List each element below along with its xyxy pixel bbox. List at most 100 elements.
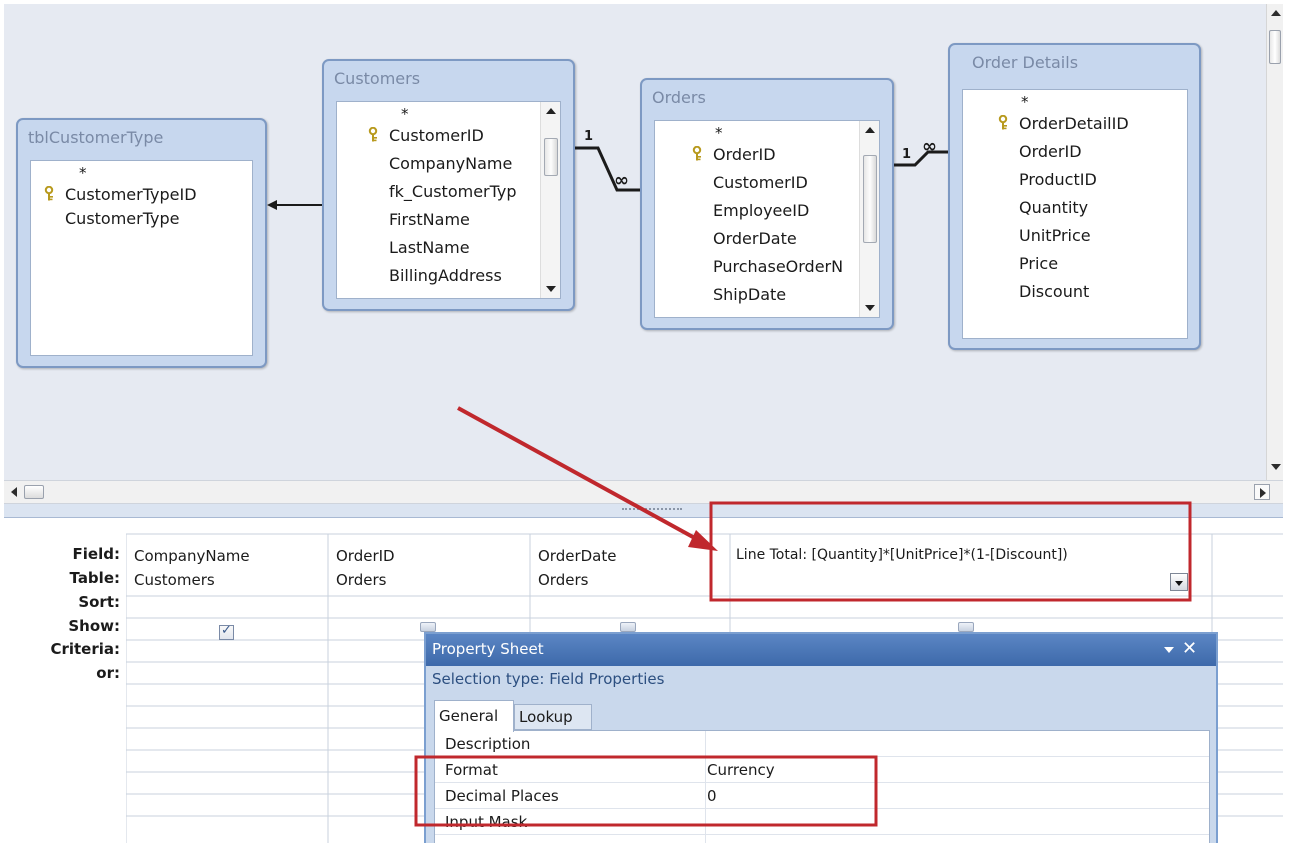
- field-item[interactable]: *: [39, 165, 197, 181]
- table-title: Orders: [652, 88, 706, 107]
- tab-general[interactable]: General: [434, 700, 514, 732]
- table-title: Order Details: [972, 53, 1079, 72]
- field-item[interactable]: *: [663, 125, 843, 141]
- show-checkbox[interactable]: [958, 622, 974, 632]
- field-item[interactable]: EmployeeID: [663, 197, 843, 225]
- field-item[interactable]: ShipDate: [663, 281, 843, 309]
- show-checkbox[interactable]: [219, 623, 234, 640]
- property-row[interactable]: Input Mask: [435, 809, 1209, 835]
- field-item[interactable]: Discount: [971, 278, 1129, 306]
- pane-splitter[interactable]: [4, 504, 1283, 518]
- field-list[interactable]: * CustomerTypeID CustomerType: [30, 160, 253, 356]
- table-title: Customers: [334, 69, 421, 88]
- selection-type: Selection type: Field Properties: [432, 670, 665, 688]
- field-item[interactable]: BillingAddress: [345, 262, 517, 290]
- scroll-up-arrow-icon[interactable]: [546, 108, 556, 114]
- field-list[interactable]: * OrderID CustomerID EmployeeID OrderDat…: [654, 120, 880, 318]
- field-item[interactable]: *: [971, 94, 1129, 110]
- field-item[interactable]: OrderID: [663, 141, 843, 169]
- field-item[interactable]: OrderDate: [663, 225, 843, 253]
- scroll-thumb[interactable]: [24, 485, 44, 499]
- field-item[interactable]: CustomerID: [345, 122, 517, 150]
- field-item[interactable]: FirstName: [345, 206, 517, 234]
- grid-table-cell[interactable]: Orders: [336, 571, 386, 589]
- dropdown-arrow-icon[interactable]: [1164, 647, 1174, 653]
- field-item[interactable]: Price: [971, 250, 1129, 278]
- tab-lookup[interactable]: Lookup: [514, 704, 592, 730]
- field-list-scrollbar[interactable]: [859, 121, 879, 317]
- property-value[interactable]: Currency: [707, 761, 775, 779]
- pane-horizontal-scrollbar[interactable]: [4, 480, 1283, 504]
- table-title: tblCustomerType: [28, 128, 164, 147]
- field-item[interactable]: ProductID: [971, 166, 1129, 194]
- property-label: Input Mask: [445, 813, 528, 831]
- show-checkbox[interactable]: [420, 622, 436, 632]
- grid-field-cell[interactable]: CompanyName: [134, 547, 250, 565]
- field-item[interactable]: Quantity: [971, 194, 1129, 222]
- field-item[interactable]: PurchaseOrderN: [663, 253, 843, 281]
- table-window-orders[interactable]: Orders * OrderID CustomerID EmployeeID O…: [640, 78, 894, 330]
- field-name: CustomerTypeID: [65, 185, 197, 204]
- field-name: OrderID: [713, 145, 776, 164]
- pane-vertical-scrollbar[interactable]: [1266, 4, 1283, 480]
- row-label-field: Field:: [72, 545, 120, 563]
- row-label-show: Show:: [68, 617, 120, 635]
- close-icon[interactable]: ✕: [1182, 638, 1197, 659]
- access-query-designer-screenshot: { "tables": [ { "title": "tblCustomerTyp…: [0, 0, 1289, 843]
- field-name: CustomerID: [389, 126, 484, 145]
- field-item[interactable]: OrderID: [971, 138, 1129, 166]
- splitter-grip[interactable]: [622, 508, 682, 512]
- scroll-right-arrow-icon[interactable]: [1254, 484, 1270, 500]
- property-label: Format: [445, 761, 498, 779]
- grid-row-labels: Field: Table: Sort: Show: Criteria: or:: [4, 519, 126, 843]
- property-row[interactable]: Description: [435, 731, 1209, 757]
- scroll-thumb[interactable]: [863, 155, 877, 243]
- property-label: Description: [445, 735, 531, 753]
- field-item[interactable]: CompanyName: [345, 150, 517, 178]
- field-item[interactable]: OrderDetailID: [971, 110, 1129, 138]
- show-checkbox[interactable]: [620, 622, 636, 632]
- field-name: OrderDetailID: [1019, 114, 1129, 133]
- property-sheet[interactable]: Property Sheet ✕ Selection type: Field P…: [424, 632, 1218, 843]
- primary-key-icon: [368, 127, 378, 142]
- property-sheet-title: Property Sheet: [432, 640, 544, 658]
- field-item[interactable]: UnitPrice: [971, 222, 1129, 250]
- field-item[interactable]: CustomerID: [663, 169, 843, 197]
- primary-key-icon: [998, 115, 1008, 130]
- field-item[interactable]: fk_CustomerTyp: [345, 178, 517, 206]
- field-item[interactable]: *: [345, 106, 517, 122]
- grid-field-cell[interactable]: OrderDate: [538, 547, 616, 565]
- field-item[interactable]: LastName: [345, 234, 517, 262]
- primary-key-icon: [692, 146, 702, 161]
- grid-table-cell[interactable]: Orders: [538, 571, 588, 589]
- property-list[interactable]: Description Format Currency Decimal Plac…: [434, 730, 1210, 843]
- grid-field-cell[interactable]: OrderID: [336, 547, 395, 565]
- dropdown-arrow-icon[interactable]: [1170, 573, 1188, 591]
- table-window-order-details[interactable]: Order Details * OrderDetailID OrderID Pr…: [948, 43, 1201, 350]
- scroll-thumb[interactable]: [1269, 30, 1281, 64]
- scroll-left-arrow-icon[interactable]: [8, 485, 22, 499]
- grid-table-cell[interactable]: Customers: [134, 571, 215, 589]
- field-list[interactable]: * OrderDetailID OrderID ProductID Quanti…: [962, 89, 1188, 339]
- field-list[interactable]: * CustomerID CompanyName fk_CustomerTyp …: [336, 101, 561, 299]
- scroll-down-arrow-icon[interactable]: [865, 305, 875, 311]
- property-sheet-titlebar[interactable]: Property Sheet ✕: [426, 634, 1216, 666]
- scroll-down-arrow-icon[interactable]: [1271, 464, 1281, 470]
- property-row[interactable]: Format Currency: [435, 757, 1209, 783]
- primary-key-icon: [44, 186, 54, 201]
- property-row[interactable]: Decimal Places 0: [435, 783, 1209, 809]
- table-window-tblcustomertype[interactable]: tblCustomerType * CustomerTypeID Custome…: [16, 118, 267, 368]
- scroll-down-arrow-icon[interactable]: [546, 286, 556, 292]
- row-label-criteria: Criteria:: [50, 640, 120, 658]
- grid-field-cell[interactable]: Line Total: [Quantity]*[UnitPrice]*(1-[D…: [736, 547, 1068, 563]
- row-label-or: or:: [96, 664, 120, 682]
- row-label-table: Table:: [69, 569, 120, 587]
- scroll-up-arrow-icon[interactable]: [1271, 10, 1281, 16]
- property-value[interactable]: 0: [707, 787, 717, 805]
- field-list-scrollbar[interactable]: [540, 102, 560, 298]
- table-window-customers[interactable]: Customers * CustomerID CompanyName fk_Cu…: [322, 59, 575, 311]
- field-item[interactable]: CustomerType: [39, 205, 197, 233]
- scroll-thumb[interactable]: [544, 138, 558, 176]
- scroll-up-arrow-icon[interactable]: [865, 127, 875, 133]
- row-label-sort: Sort:: [78, 593, 120, 611]
